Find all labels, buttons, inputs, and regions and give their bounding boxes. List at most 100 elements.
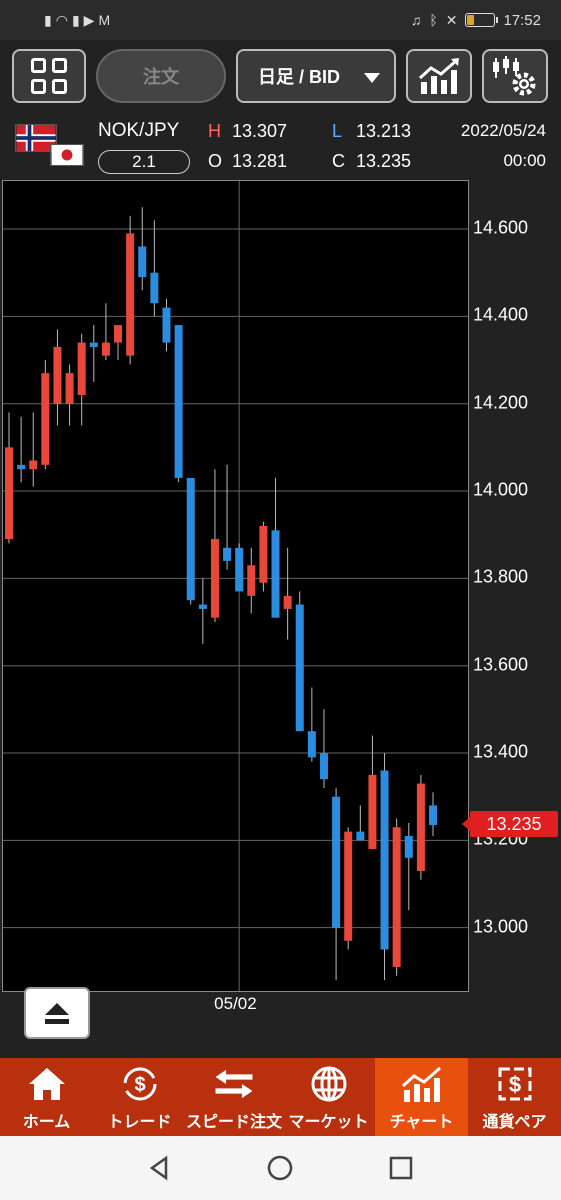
youtube-icon: ▶ — [83, 11, 95, 28]
chart-settings-button[interactable] — [482, 49, 548, 103]
x-tick-label: 05/02 — [214, 994, 257, 1013]
alert-icon: ▮ — [44, 11, 52, 28]
candle-body-up — [114, 325, 123, 343]
plot-area[interactable] — [2, 180, 469, 992]
candle — [65, 364, 74, 426]
collapse-button[interactable] — [24, 987, 90, 1039]
candle — [174, 325, 183, 483]
current-price-tag: 13.235 — [462, 811, 558, 838]
candle-body-up — [392, 827, 401, 967]
candle — [380, 753, 389, 981]
candlestick-chart[interactable] — [3, 181, 468, 991]
candle — [223, 464, 232, 570]
candle — [429, 792, 437, 836]
candle — [150, 220, 159, 317]
nav-chart[interactable]: チャート — [375, 1058, 469, 1136]
candle — [210, 469, 219, 623]
high-label: H — [208, 121, 221, 141]
candle-body-down — [356, 831, 365, 841]
candle — [126, 215, 135, 365]
globe-icon — [307, 1062, 351, 1106]
candle — [416, 774, 425, 880]
candle — [41, 360, 50, 470]
status-bar: ▮ ◠ ▮ ▶ M ♫ ᛒ ✕ 17:52 — [0, 0, 561, 40]
nav-label: トレード — [107, 1114, 172, 1131]
candle — [53, 329, 62, 426]
candle — [235, 543, 244, 592]
nav-currency-pair[interactable]: $ 通貨ペア — [468, 1058, 561, 1136]
nav-label: スピード注文 — [186, 1114, 283, 1131]
status-time: 17:52 — [503, 11, 541, 29]
candle — [101, 303, 110, 361]
trade-icon: $ — [118, 1062, 162, 1106]
indicator-button[interactable] — [406, 49, 472, 103]
chevron-down-icon — [364, 73, 380, 83]
svg-text:$: $ — [134, 1074, 145, 1096]
eject-icon — [45, 1002, 69, 1015]
candle — [332, 787, 341, 981]
y-tick-label: 13.600 — [473, 654, 529, 675]
period-select-label: 日足 / BID — [258, 67, 341, 87]
currency-pair-icon: $ — [493, 1062, 537, 1106]
candle-body-down — [138, 246, 147, 278]
menu-grid-button[interactable] — [12, 49, 86, 103]
nav-trade[interactable]: $ トレード — [93, 1058, 186, 1136]
nav-home[interactable]: ホーム — [0, 1058, 93, 1136]
bottom-nav: ホーム $ トレード スピード注文 マーケット チャート $ 通貨ペア — [0, 1058, 561, 1136]
candle — [392, 818, 401, 976]
candle — [356, 805, 365, 841]
candle-body-down — [186, 477, 195, 601]
chart-area[interactable]: 14.600 14.400 14.200 14.000 13.800 13.600 13.4… — [0, 178, 561, 1058]
candle-body-down — [319, 753, 328, 780]
candle — [114, 325, 123, 361]
candle-body-up — [368, 774, 377, 850]
y-tick-label: 13.000 — [473, 916, 529, 937]
candle — [271, 477, 280, 618]
y-tick-label: 13.800 — [473, 566, 529, 587]
y-tick-label: 13.400 — [473, 741, 529, 762]
candle-body-down — [150, 272, 159, 304]
candle — [247, 547, 256, 614]
candle-body-up — [247, 565, 256, 596]
order-button[interactable]: 注文 — [96, 49, 226, 103]
nav-market[interactable]: マーケット — [282, 1058, 375, 1136]
grid-icon — [31, 58, 67, 94]
candle — [404, 822, 413, 911]
candle — [295, 591, 304, 732]
candle — [89, 325, 98, 382]
close-label: C — [332, 151, 345, 171]
candle-body-down — [307, 731, 316, 758]
candle — [259, 521, 268, 592]
candle-body-up — [77, 342, 86, 395]
candle — [283, 547, 292, 640]
battery-fill — [467, 15, 475, 25]
candle — [162, 298, 171, 352]
home-circle-icon[interactable] — [266, 1154, 294, 1182]
candle-body-down — [89, 342, 98, 347]
back-icon[interactable] — [146, 1154, 174, 1182]
chart-indicator-icon — [418, 58, 459, 94]
candle — [17, 416, 26, 483]
candle-body-down — [404, 835, 413, 858]
home-icon — [25, 1062, 69, 1106]
candle — [344, 827, 353, 950]
recents-icon[interactable] — [387, 1154, 415, 1182]
candle-body-up — [344, 831, 353, 941]
candle — [138, 207, 147, 291]
high-value: 13.307 — [232, 121, 288, 141]
nav-label: マーケット — [288, 1114, 369, 1131]
mail-icon: M — [98, 12, 111, 28]
open-label: O — [208, 151, 223, 171]
candle-body-down — [162, 307, 171, 343]
low-label: L — [332, 121, 343, 141]
period-select[interactable]: 日足 / BID — [236, 49, 396, 103]
system-nav — [0, 1136, 561, 1200]
candle-body-down — [380, 770, 389, 950]
currency-pair: NOK/JPY — [98, 120, 180, 141]
candle — [319, 709, 328, 788]
open-value: 13.281 — [232, 151, 288, 171]
nav-speed-order[interactable]: スピード注文 — [186, 1058, 282, 1136]
quote-time: 00:00 — [503, 151, 546, 170]
speed-order-icon — [212, 1062, 256, 1106]
y-tick-label: 14.200 — [473, 392, 529, 413]
